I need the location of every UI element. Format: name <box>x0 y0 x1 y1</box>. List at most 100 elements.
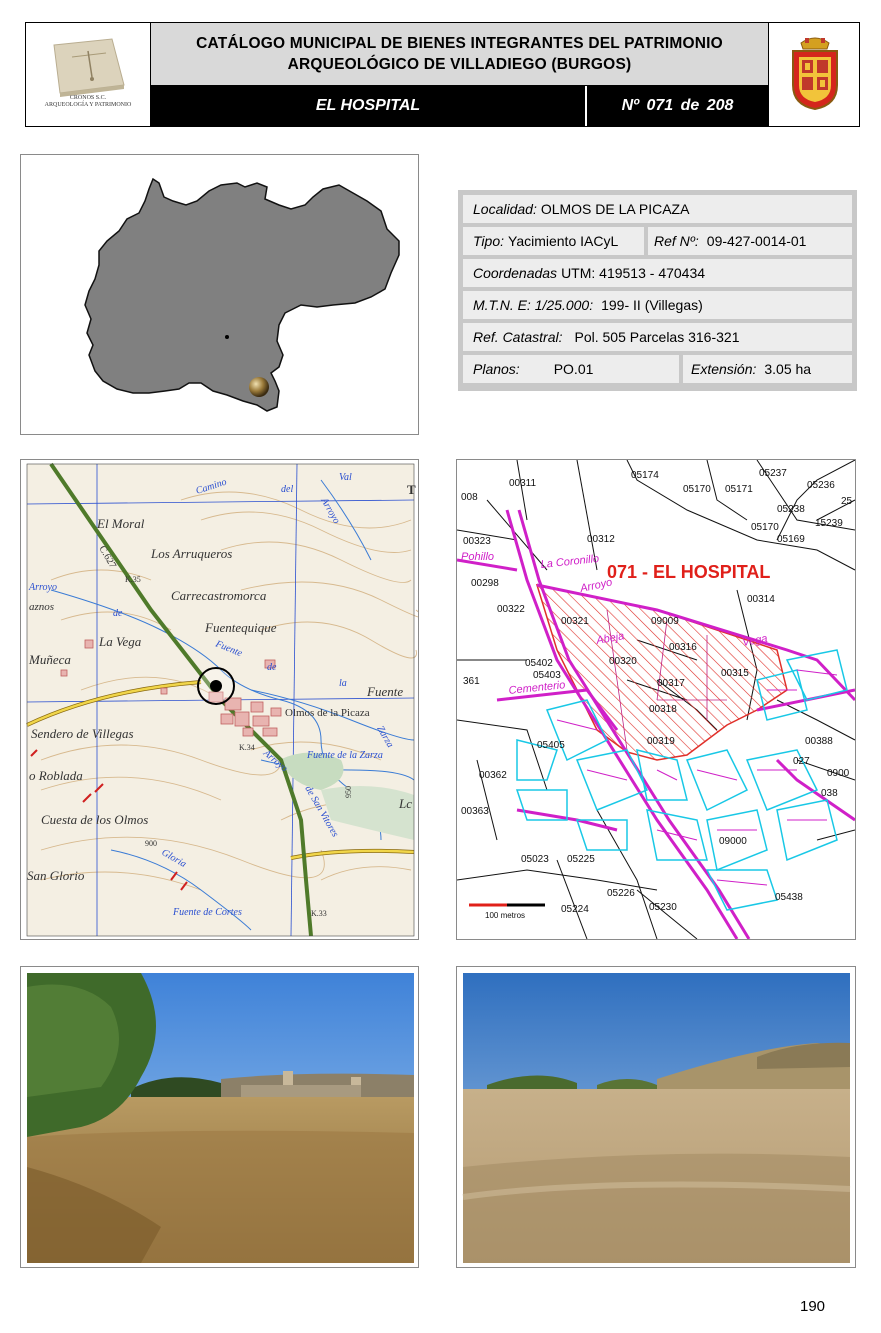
planos-row: Planos: PO.01 <box>463 355 679 383</box>
parcel-05230: 05230 <box>649 902 677 913</box>
parcel-05238: 05238 <box>777 504 805 515</box>
record-number: Nº 071 de 208 <box>587 86 768 126</box>
parcel-00322: 00322 <box>497 604 525 615</box>
parcel-05438: 05438 <box>775 892 803 903</box>
parcel-05170b: 05170 <box>751 522 779 533</box>
parcel-00316: 00316 <box>669 642 697 653</box>
parcel-00362: 00362 <box>479 770 507 781</box>
label-950: 950 <box>344 786 353 798</box>
planos-value: PO.01 <box>553 361 594 377</box>
label-carrecastromorca: Carrecastromorca <box>171 588 267 603</box>
municipal-shield <box>768 23 859 126</box>
label-lc: Lc <box>398 796 412 811</box>
photo-landscape-2 <box>462 973 851 1263</box>
scale-label: 100 metros <box>485 911 525 920</box>
label-k34: K.34 <box>239 743 255 752</box>
label-de: de <box>113 608 123 619</box>
extension-row: Extensión: 3.05 ha <box>683 355 852 383</box>
parcel-05170: 05170 <box>683 484 711 495</box>
municipality-location-map <box>20 154 419 435</box>
site-info-table: Localidad: OLMOS DE LA PICAZA Tipo: Yaci… <box>458 190 857 391</box>
ref-label: Ref Nº: <box>654 233 699 249</box>
parcel-05237: 05237 <box>759 468 787 479</box>
label-la: la <box>339 678 347 689</box>
parcel-00314: 00314 <box>747 594 775 605</box>
parcel-00317: 00317 <box>657 678 685 689</box>
cronos-logo: CRONOS S.C. ARQUEOLOGÍA Y PATRIMONIO <box>26 23 151 126</box>
parcel-05226: 05226 <box>607 888 635 899</box>
tipo-row: Tipo: Yacimiento IACyL <box>463 227 644 255</box>
label-val: Val <box>339 472 352 483</box>
parcel-00323: 00323 <box>463 536 491 547</box>
site-name: EL HOSPITAL <box>151 86 585 126</box>
parcel-008: 008 <box>461 492 478 503</box>
extension-value: 3.05 ha <box>764 361 812 377</box>
catalog-title-box: CATÁLOGO MUNICIPAL DE BIENES INTEGRANTES… <box>151 23 768 86</box>
label-pohillo: Pohillo <box>461 551 494 563</box>
parcel-05023: 05023 <box>521 854 549 865</box>
mtn-row: M.T.N. E: 1/25.000: 199- II (Villegas) <box>463 291 852 319</box>
coordenadas-label: Coordenadas <box>473 265 558 281</box>
coordenadas-value: UTM: 419513 - 470434 <box>561 265 706 281</box>
label-el-moral: El Moral <box>96 516 145 531</box>
mtn-label: M.T.N. E: 1/25.000: <box>473 297 594 313</box>
label-olmos: Olmos de la Picaza <box>285 707 370 719</box>
catastral-label: Ref. Catastral: <box>473 329 563 345</box>
parcel-05225: 05225 <box>567 854 595 865</box>
label-aznos: aznos <box>29 601 54 613</box>
parcel-00321: 00321 <box>561 616 589 627</box>
label-del: del <box>281 484 293 495</box>
photo-field-view-hills <box>456 966 856 1268</box>
label-k35: K.35 <box>125 575 141 584</box>
parcel-00363: 00363 <box>461 806 489 817</box>
parcel-00388: 00388 <box>805 736 833 747</box>
label-fuente-cortes: Fuente de Cortes <box>172 907 242 918</box>
label-sendero: Sendero de Villegas <box>31 726 134 741</box>
label-roblada: o Roblada <box>29 768 83 783</box>
ref-value: 09-427-0014-01 <box>706 233 807 249</box>
municipality-shape <box>84 177 400 412</box>
parcel-0900: 0900 <box>827 768 850 779</box>
planos-label: Planos: <box>473 361 520 377</box>
coat-of-arms-icon <box>792 37 838 111</box>
label-muneca: Muñeca <box>28 652 71 667</box>
mtn-value: 199- II (Villegas) <box>601 297 703 313</box>
site-title-map: 071 - EL HOSPITAL <box>607 562 770 582</box>
logo-caption-line2: ARQUEOLOGÍA Y PATRIMONIO <box>44 102 132 108</box>
parcel-15239: 15239 <box>815 518 843 529</box>
tipo-value: Yacimiento IACyL <box>508 233 619 249</box>
logo-caption-line1: CRONOS S.C. <box>69 95 107 101</box>
municipality-outline <box>84 177 400 412</box>
catastral-value: Pol. 505 Parcelas 316-321 <box>574 329 740 345</box>
parcel-00311: 00311 <box>509 478 537 489</box>
photo-landscape-1 <box>27 973 414 1263</box>
logo-caption: CRONOS S.C. ARQUEOLOGÍA Y PATRIMONIO <box>26 95 150 109</box>
label-fuentequique: Fuentequique <box>204 620 277 635</box>
coordenadas-row: Coordenadas UTM: 419513 - 470434 <box>463 259 852 287</box>
label-san-glorio: San Glorio <box>27 868 85 883</box>
villadiego-dot <box>225 335 229 339</box>
parcel-05174: 05174 <box>631 470 659 481</box>
sundial-stone-icon <box>53 38 125 97</box>
tipo-label: Tipo: <box>473 233 505 249</box>
parcel-25: 25 <box>841 496 853 507</box>
localidad-value: OLMOS DE LA PICAZA <box>540 201 690 217</box>
label-cuesta: Cuesta de los Olmos <box>41 812 148 827</box>
ref-row: Ref Nº: 09-427-0014-01 <box>648 227 852 255</box>
photo-field-view-village <box>20 966 419 1268</box>
parcel-05405: 05405 <box>537 740 565 751</box>
cadastral-map-canvas: 00311 05174 05170 05171 05237 05236 25 0… <box>457 460 855 939</box>
parcel-00320: 00320 <box>609 656 637 667</box>
parcel-00312: 00312 <box>587 534 615 545</box>
parcel-05171: 05171 <box>725 484 753 495</box>
label-fuente-right: Fuente <box>366 684 403 699</box>
site-center-dot <box>210 680 222 692</box>
catalog-title: CATÁLOGO MUNICIPAL DE BIENES INTEGRANTES… <box>196 35 723 73</box>
label-arruqueros: Los Arruqueros <box>150 546 232 561</box>
site-location-marker <box>249 377 269 397</box>
parcel-05224: 05224 <box>561 904 589 915</box>
catastral-row: Ref. Catastral: Pol. 505 Parcelas 316-32… <box>463 323 852 351</box>
page-number: 190 <box>800 1298 826 1315</box>
localidad-row: Localidad: OLMOS DE LA PICAZA <box>463 195 852 223</box>
parcel-05169: 05169 <box>777 534 805 545</box>
